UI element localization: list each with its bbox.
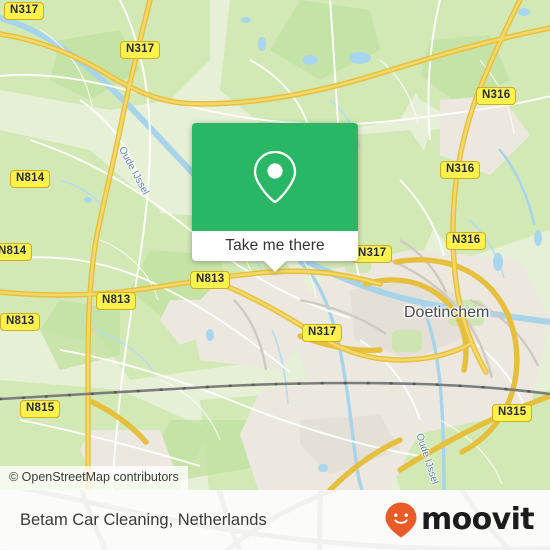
callout-pointer-tail bbox=[264, 261, 286, 272]
road-shield: N316 bbox=[440, 161, 481, 179]
road-shield: N315 bbox=[492, 404, 533, 422]
road-shield: N813 bbox=[190, 271, 231, 289]
road-shield: N813 bbox=[96, 292, 137, 310]
road-shield: N317 bbox=[4, 2, 45, 20]
road-shield: N317 bbox=[352, 245, 393, 263]
footer-bar: Betam Car Cleaning, Netherlands moovit bbox=[0, 490, 550, 550]
map-pin-icon bbox=[253, 150, 297, 204]
city-label: Doetinchem bbox=[404, 304, 490, 321]
road-shield: N316 bbox=[446, 232, 487, 250]
road-shield: N814 bbox=[10, 170, 51, 188]
moovit-smiley-pin-icon bbox=[385, 502, 417, 538]
take-me-there-button[interactable]: Take me there bbox=[192, 231, 358, 261]
road-shield: N316 bbox=[476, 87, 517, 105]
callout-icon-panel bbox=[192, 123, 358, 231]
road-shield: N814 bbox=[0, 243, 33, 261]
road-shield: N317 bbox=[120, 41, 161, 59]
road-shield: N815 bbox=[20, 400, 61, 418]
moovit-wordmark: moovit bbox=[420, 502, 535, 537]
road-shield: N813 bbox=[0, 313, 41, 331]
map-canvas[interactable]: N317 N317 N814 N814 N813 N813 N813 N815 N317 N317… bbox=[0, 0, 550, 490]
road-shield: N317 bbox=[302, 324, 343, 342]
moovit-logo[interactable]: moovit bbox=[384, 501, 535, 539]
location-callout-card[interactable]: Take me there bbox=[192, 123, 358, 272]
osm-attribution[interactable]: © OpenStreetMap contributors bbox=[0, 466, 188, 490]
take-me-there-label: Take me there bbox=[225, 237, 325, 254]
place-title: Betam Car Cleaning, Netherlands bbox=[20, 510, 267, 529]
map-screenshot: N317 N317 N814 N814 N813 N813 N813 N815 N317 N317… bbox=[0, 0, 550, 550]
